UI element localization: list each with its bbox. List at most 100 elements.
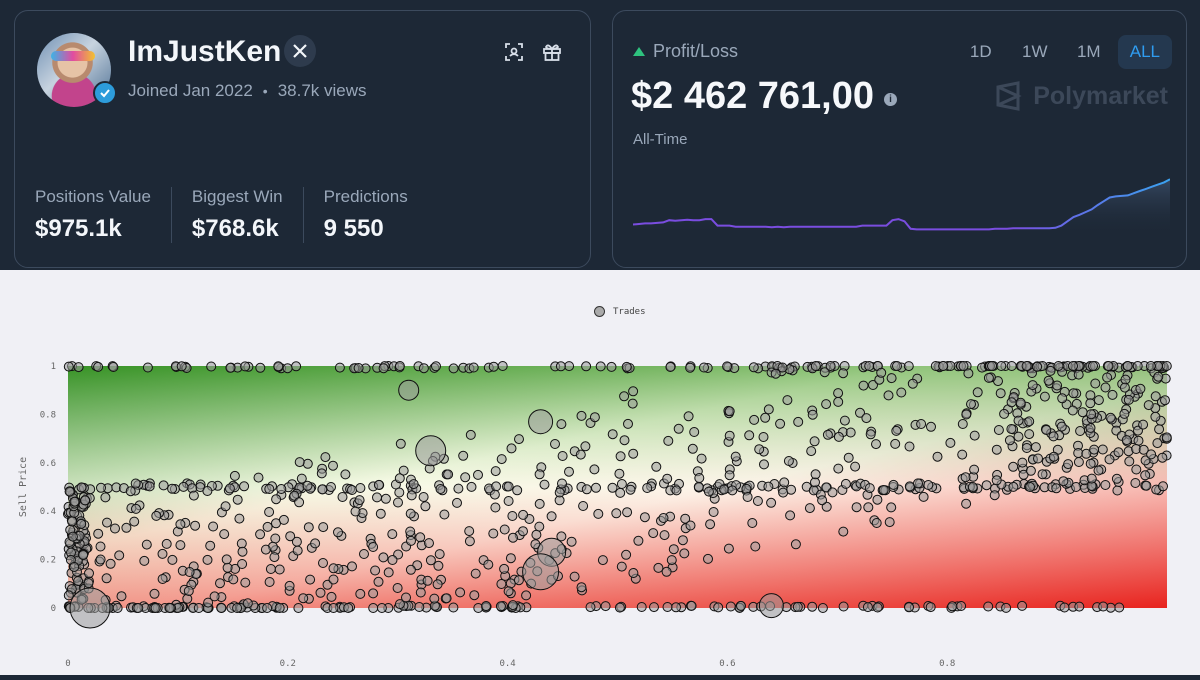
trade-point xyxy=(274,564,285,575)
trade-point xyxy=(285,531,296,542)
tab-1d[interactable]: 1D xyxy=(956,35,1006,69)
trade-point xyxy=(578,501,589,511)
trade-point xyxy=(405,526,416,537)
trade-point xyxy=(1158,481,1168,492)
trade-point xyxy=(368,542,379,552)
tab-1w[interactable]: 1W xyxy=(1010,35,1060,69)
trades-scatter-chart: Trades 0 0.2 0.4 0.6 0.8 1 0 0.2 0.4 0.6 0.8 Sell P… xyxy=(0,270,1200,675)
trade-point xyxy=(1145,361,1156,371)
trade-point xyxy=(705,519,716,530)
trade-point xyxy=(378,363,389,374)
trade-point xyxy=(499,563,510,574)
trade-point xyxy=(1113,447,1124,458)
trade-point xyxy=(425,555,436,566)
scan-icon[interactable] xyxy=(501,39,527,65)
trade-point xyxy=(904,602,914,613)
trade-point xyxy=(76,518,87,529)
trade-point xyxy=(69,562,80,572)
trade-point xyxy=(659,530,670,541)
trade-point xyxy=(748,362,759,373)
trade-point xyxy=(359,549,369,559)
trade-point xyxy=(144,481,155,492)
trade-point xyxy=(1073,457,1084,467)
trade-point xyxy=(758,593,784,619)
trade-point xyxy=(653,562,664,573)
trade-point xyxy=(595,361,606,372)
trade-point xyxy=(858,380,869,391)
trade-point xyxy=(1089,444,1100,455)
trade-point xyxy=(1102,372,1113,383)
trade-point xyxy=(274,603,285,613)
trade-point xyxy=(1138,419,1149,430)
gift-icon[interactable] xyxy=(539,39,565,65)
trade-point xyxy=(406,490,417,501)
trade-point xyxy=(1077,407,1088,418)
trade-point xyxy=(713,602,724,613)
trade-point xyxy=(840,478,851,489)
trade-point xyxy=(521,590,532,601)
trade-point xyxy=(78,550,89,561)
info-icon[interactable]: i xyxy=(884,93,898,106)
trade-point xyxy=(455,587,466,598)
trade-point xyxy=(491,481,502,492)
trade-point xyxy=(503,586,514,597)
trade-point xyxy=(724,470,735,481)
trade-point xyxy=(1150,391,1161,402)
trade-point xyxy=(1104,454,1115,465)
stat-value: $975.1k xyxy=(35,215,122,242)
pnl-area xyxy=(633,179,1170,237)
trade-point xyxy=(615,487,626,498)
trade-point xyxy=(961,409,972,420)
trade-point xyxy=(1097,444,1108,455)
trade-point xyxy=(817,495,828,506)
trade-point xyxy=(69,496,80,507)
y-tick-label: 0.6 xyxy=(40,459,56,469)
trade-point xyxy=(1093,465,1104,476)
trade-point xyxy=(221,554,232,565)
trade-point xyxy=(782,395,793,406)
trade-point xyxy=(458,450,469,461)
trade-point xyxy=(508,532,518,543)
tab-1m[interactable]: 1M xyxy=(1064,35,1114,69)
trade-point xyxy=(1124,456,1135,467)
trade-point xyxy=(845,427,856,438)
trade-point xyxy=(564,361,575,372)
trade-point xyxy=(1073,448,1084,458)
trade-point xyxy=(96,482,106,493)
trade-point xyxy=(464,536,475,547)
trade-point xyxy=(872,602,883,613)
trade-point xyxy=(564,466,574,477)
trade-point xyxy=(495,601,506,612)
tab-all[interactable]: ALL xyxy=(1117,35,1172,69)
trade-point xyxy=(1006,424,1017,434)
trade-point xyxy=(236,538,247,549)
trade-point xyxy=(368,603,379,613)
trade-point xyxy=(838,601,849,612)
trade-point xyxy=(1032,361,1043,372)
trade-point xyxy=(101,573,112,584)
chart-legend[interactable]: Trades xyxy=(594,306,646,317)
stat-value: $768.6k xyxy=(191,215,279,242)
trade-point xyxy=(293,603,304,613)
trade-point xyxy=(317,484,328,495)
trade-point xyxy=(278,514,289,525)
trade-point xyxy=(759,459,769,470)
scatter-plot: 0 0.2 0.4 0.6 0.8 1 0 0.2 0.4 0.6 0.8 Sell Price xyxy=(18,361,1172,669)
legend-label: Trades xyxy=(613,306,646,317)
trade-point xyxy=(448,363,459,374)
trade-point xyxy=(398,379,420,401)
trade-point xyxy=(150,603,161,613)
y-axis-title: Sell Price xyxy=(18,457,29,517)
trade-point xyxy=(1067,405,1078,416)
trade-point xyxy=(394,361,405,371)
x-profile-link-icon[interactable] xyxy=(284,35,316,67)
trade-point xyxy=(296,473,307,484)
trade-point xyxy=(969,464,980,475)
trade-point xyxy=(434,549,445,560)
trade-point xyxy=(1052,380,1063,391)
trade-point xyxy=(506,443,517,454)
trade-point xyxy=(220,501,231,512)
x-tick-label: 0.4 xyxy=(499,659,515,669)
polymarket-logo: Polymarket xyxy=(993,81,1168,111)
trade-point xyxy=(343,603,354,613)
